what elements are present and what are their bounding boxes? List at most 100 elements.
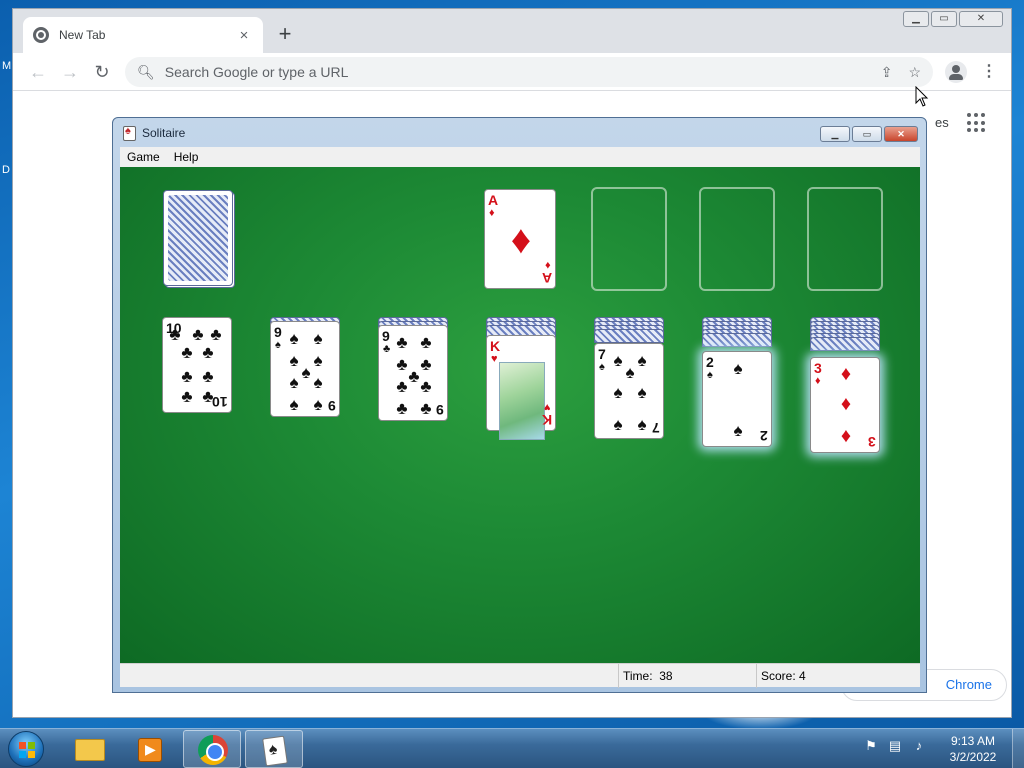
face-down-card xyxy=(594,329,664,343)
taskbar-media-player[interactable] xyxy=(120,730,178,768)
tab-new-tab[interactable]: New Tab × xyxy=(23,17,263,53)
tableau-card-2-spades[interactable]: 2 ♠ ♠ ♠ 2 xyxy=(702,351,772,447)
diamond-icon: ♦ xyxy=(545,259,551,271)
reload-icon[interactable]: ↻ xyxy=(91,61,113,83)
network-icon[interactable]: ▤ xyxy=(886,737,904,755)
club-icon: ♣ xyxy=(202,343,214,362)
tab-title: New Tab xyxy=(59,28,106,42)
bookmark-star-icon[interactable]: ☆ xyxy=(908,64,921,81)
stock-pile[interactable] xyxy=(163,190,233,286)
spade-icon: ♠ xyxy=(313,329,323,348)
club-icon: ♣ xyxy=(396,333,408,352)
time-label: Time: xyxy=(623,669,653,683)
time-display: Time: 38 xyxy=(618,664,673,688)
diamond-icon: ♦ xyxy=(489,207,495,219)
desktop-icon-label-fragment[interactable]: D xyxy=(2,164,10,176)
spade-icon: ♠ xyxy=(613,415,623,434)
taskbar-solitaire[interactable] xyxy=(245,730,303,768)
score-label: Score: xyxy=(761,669,796,683)
card-rank: 3 xyxy=(868,434,876,450)
back-icon[interactable]: ← xyxy=(27,61,49,83)
tableau-card-3-diamonds[interactable]: 3 ♦ ♦ ♦ ♦ 3 xyxy=(810,357,880,453)
minimize-button[interactable]: ▁ xyxy=(903,11,929,27)
start-button[interactable] xyxy=(8,731,44,767)
tab-strip: New Tab × + ▁ ▭ ✕ xyxy=(13,9,1011,53)
club-icon: ♣ xyxy=(420,399,432,418)
heart-icon: ♥ xyxy=(544,401,551,413)
google-apps-icon[interactable] xyxy=(967,113,987,133)
browser-menu-icon[interactable]: ⋮ xyxy=(981,61,997,83)
profile-avatar-icon[interactable] xyxy=(945,61,967,83)
window-controls: ▁ ▭ ✕ xyxy=(903,11,1003,27)
club-icon: ♣ xyxy=(181,367,193,386)
game-table: A ♦ ♦ A ♦ 10 ♣ ♣ ♣ ♣ ♣ ♣ ♣ ♣ ♣ 10 9 ♠ ♠ xyxy=(120,167,920,663)
menu-help[interactable]: Help xyxy=(174,150,199,164)
taskbar: ⚑ ▤ ♪ 9:13 AM 3/2/2022 xyxy=(0,728,1024,768)
diamond-icon: ♦ xyxy=(510,218,532,262)
tableau-card-king-hearts[interactable]: K ♥ K ♥ xyxy=(486,335,556,440)
card-rank: 7 xyxy=(598,346,606,362)
close-button[interactable]: ✕ xyxy=(884,126,918,142)
menu-game[interactable]: Game xyxy=(127,150,160,164)
spade-icon: ♠ xyxy=(275,339,281,351)
foundation-empty-slot[interactable] xyxy=(807,187,883,291)
tableau-card-10-clubs[interactable]: 10 ♣ ♣ ♣ ♣ ♣ ♣ ♣ ♣ ♣ 10 xyxy=(162,317,232,413)
tableau-card-9-clubs[interactable]: 9 ♣ ♣ ♣ ♣ ♣ ♣ ♣ ♣ ♣ ♣ 9 xyxy=(378,325,448,421)
address-bar[interactable]: 🔍︎ Search Google or type a URL ⇪ ☆ xyxy=(125,57,933,87)
status-bar: Time: 38 Score: 4 xyxy=(120,663,920,688)
spade-icon: ♠ xyxy=(289,329,299,348)
solitaire-titlebar[interactable]: Solitaire ▁ ▭ ✕ xyxy=(113,118,926,148)
maximize-button[interactable]: ▭ xyxy=(931,11,957,27)
search-icon: 🔍︎ xyxy=(137,63,155,80)
card-rank: K xyxy=(541,412,552,428)
club-icon: ♣ xyxy=(202,367,214,386)
score-value: 4 xyxy=(799,669,806,683)
browser-toolbar: ← → ↻ 🔍︎ Search Google or type a URL ⇪ ☆… xyxy=(13,53,1011,91)
desktop-icon-label-fragment[interactable]: M xyxy=(2,60,11,72)
forward-icon[interactable]: → xyxy=(59,61,81,83)
new-tab-button[interactable]: + xyxy=(273,23,297,47)
clock-date: 3/2/2022 xyxy=(949,750,997,764)
close-button[interactable]: ✕ xyxy=(959,11,1003,27)
time-value: 38 xyxy=(659,669,673,683)
diamond-icon: ♦ xyxy=(840,425,852,447)
diamond-icon: ♦ xyxy=(815,375,821,387)
spade-icon: ♠ xyxy=(613,383,623,402)
chrome-icon xyxy=(198,735,228,765)
club-icon: ♣ xyxy=(181,387,193,406)
card-rank: 2 xyxy=(706,354,714,370)
share-icon[interactable]: ⇪ xyxy=(881,64,893,81)
card-rank: A xyxy=(541,270,552,286)
spade-icon: ♠ xyxy=(313,373,323,392)
address-bar-placeholder: Search Google or type a URL xyxy=(164,64,349,80)
face-down-card xyxy=(702,333,772,347)
foundation-empty-slot[interactable] xyxy=(591,187,667,291)
window-title: Solitaire xyxy=(142,126,186,140)
tab-close-icon[interactable]: × xyxy=(235,27,253,44)
show-desktop-button[interactable] xyxy=(1012,729,1024,768)
tableau-card-7-spades[interactable]: 7 ♠ ♠ ♠ ♠ ♠ ♠ ♠ ♠ 7 xyxy=(594,343,664,439)
club-icon: ♣ xyxy=(420,377,432,396)
spade-icon: ♠ xyxy=(599,361,605,373)
taskbar-clock[interactable]: 9:13 AM 3/2/2022 xyxy=(940,733,1006,765)
images-link[interactable]: es xyxy=(935,115,949,130)
club-icon: ♣ xyxy=(181,343,193,362)
foundation-ace-of-diamonds[interactable]: A ♦ ♦ A ♦ xyxy=(484,189,556,289)
maximize-button[interactable]: ▭ xyxy=(852,126,882,142)
spade-icon: ♠ xyxy=(733,421,743,440)
card-rank: 3 xyxy=(814,360,822,376)
taskbar-file-explorer[interactable] xyxy=(60,730,118,768)
card-rank: 9 xyxy=(274,324,282,340)
minimize-button[interactable]: ▁ xyxy=(820,126,850,142)
volume-icon[interactable]: ♪ xyxy=(910,737,928,755)
solitaire-icon xyxy=(262,735,288,767)
foundation-empty-slot[interactable] xyxy=(699,187,775,291)
spade-icon: ♠ xyxy=(313,395,323,414)
spade-icon: ♠ xyxy=(707,369,713,381)
tableau-card-9-spades[interactable]: 9 ♠ ♠ ♠ ♠ ♠ ♠ ♠ ♠ ♠ ♠ 9 xyxy=(270,321,340,417)
action-center-flag-icon[interactable]: ⚑ xyxy=(862,737,880,755)
card-rank: 9 xyxy=(382,328,390,344)
solitaire-window-controls: ▁ ▭ ✕ xyxy=(820,126,918,142)
taskbar-google-chrome[interactable] xyxy=(183,730,241,768)
diamond-icon: ♦ xyxy=(840,363,852,385)
